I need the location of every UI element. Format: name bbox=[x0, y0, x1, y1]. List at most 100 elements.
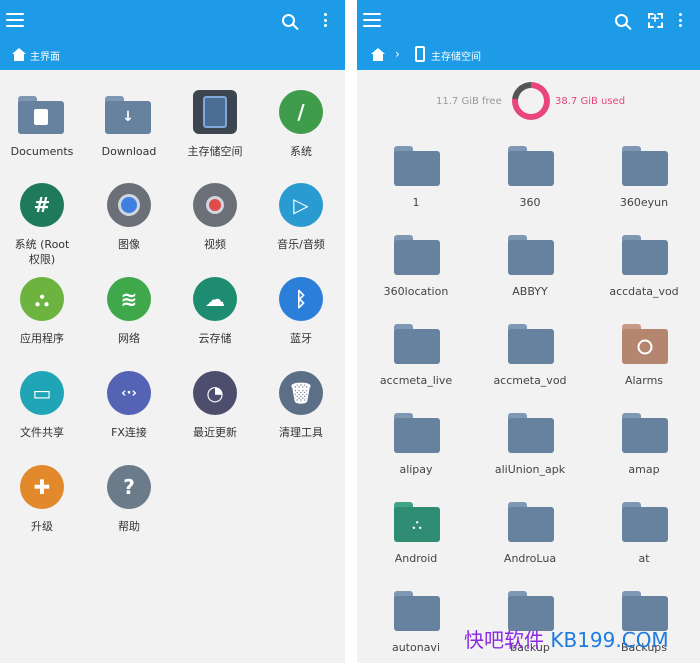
category-item[interactable]: ‹·› FX连接 bbox=[86, 371, 172, 461]
folder-icon bbox=[508, 502, 554, 542]
bluetooth-icon: ᛒ bbox=[279, 277, 323, 321]
category-item[interactable]: # 系统 (Root 权限) bbox=[0, 183, 85, 273]
app-toolbar bbox=[0, 0, 345, 40]
category-item[interactable]: ☁ 云存储 bbox=[172, 277, 258, 367]
folder-item[interactable]: at bbox=[587, 502, 700, 591]
folder-item[interactable]: AndroLua bbox=[473, 502, 587, 591]
folder-label: 1 bbox=[412, 196, 420, 209]
folder-label: at bbox=[638, 552, 650, 565]
breadcrumb: 主界面 bbox=[0, 40, 345, 70]
clock-icon: ◔ bbox=[193, 371, 237, 415]
folder-item[interactable]: ABBYY bbox=[473, 235, 587, 324]
phone-storage-icon bbox=[193, 90, 237, 134]
watermark-en: KB199.COM bbox=[544, 628, 669, 652]
category-label: FX连接 bbox=[111, 426, 147, 439]
folder-label: Alarms bbox=[624, 374, 664, 387]
watermark-cn: 快吧软件 bbox=[464, 628, 544, 652]
category-label: 系统 (Root 权限) bbox=[14, 238, 70, 266]
video-icon bbox=[193, 183, 237, 227]
folder-icon bbox=[394, 146, 440, 186]
folder-label: alipay bbox=[399, 463, 433, 476]
more-options-icon[interactable] bbox=[678, 13, 682, 27]
category-label: 最近更新 bbox=[193, 426, 237, 439]
category-label: 网络 bbox=[118, 332, 140, 345]
app-toolbar bbox=[357, 0, 700, 40]
phone-storage-icon bbox=[415, 46, 425, 62]
folder-label: accmeta_live bbox=[379, 374, 453, 387]
folder-item[interactable]: ⛬ Android bbox=[359, 502, 473, 591]
category-label: 系统 bbox=[290, 145, 312, 158]
storage-free-text: 11.7 GiB free bbox=[436, 96, 502, 107]
category-item[interactable]: ↓ Download bbox=[86, 90, 172, 180]
folder-icon bbox=[508, 146, 554, 186]
file-share-icon: ▭ bbox=[20, 371, 64, 415]
menu-icon[interactable] bbox=[6, 13, 24, 27]
breadcrumb-current[interactable]: 主界面 bbox=[30, 48, 60, 63]
folder-label: 360location bbox=[383, 285, 449, 298]
category-label: 清理工具 bbox=[279, 426, 323, 439]
category-item[interactable]: ? 帮助 bbox=[86, 465, 172, 555]
watermark: 快吧软件 KB199.COM bbox=[464, 624, 669, 653]
category-item[interactable]: ▭ 文件共享 bbox=[0, 371, 85, 461]
category-item[interactable]: ⛬ 应用程序 bbox=[0, 277, 85, 367]
category-item[interactable]: ᛒ 蓝牙 bbox=[258, 277, 344, 367]
folder-item[interactable]: alipay bbox=[359, 413, 473, 502]
play-icon: ▷ bbox=[279, 183, 323, 227]
folder-item[interactable]: 360 bbox=[473, 146, 587, 235]
category-item[interactable]: ✚ 升级 bbox=[0, 465, 85, 555]
search-icon[interactable] bbox=[277, 9, 299, 31]
category-label: Documents bbox=[10, 145, 74, 158]
category-item[interactable]: 视频 bbox=[172, 183, 258, 273]
folder-item[interactable]: 360eyun bbox=[587, 146, 700, 235]
folder-item[interactable]: accdata_vod bbox=[587, 235, 700, 324]
category-item[interactable]: / 系统 bbox=[258, 90, 344, 180]
folder-label: 360 bbox=[519, 196, 541, 209]
menu-icon[interactable] bbox=[363, 13, 381, 27]
folder-item[interactable]: accmeta_vod bbox=[473, 324, 587, 413]
category-label: 音乐/音频 bbox=[277, 238, 325, 251]
folder-item[interactable]: accmeta_live bbox=[359, 324, 473, 413]
folder-icon bbox=[508, 413, 554, 453]
folder-icon bbox=[622, 502, 668, 542]
category-label: 主存储空间 bbox=[187, 145, 243, 158]
category-item[interactable]: 图像 bbox=[86, 183, 172, 273]
help-icon: ? bbox=[107, 465, 151, 509]
category-item[interactable]: ◔ 最近更新 bbox=[172, 371, 258, 461]
search-icon[interactable] bbox=[610, 9, 632, 31]
breadcrumb: › 主存储空间 bbox=[357, 40, 700, 70]
more-options-icon[interactable] bbox=[323, 13, 327, 27]
image-icon bbox=[107, 183, 151, 227]
breadcrumb-current[interactable]: 主存储空间 bbox=[431, 48, 481, 63]
category-item[interactable]: 主存储空间 bbox=[172, 90, 258, 180]
folder-item[interactable]: autonavi bbox=[359, 591, 473, 663]
category-label: 蓝牙 bbox=[290, 332, 312, 345]
folder-icon bbox=[622, 146, 668, 186]
category-item[interactable]: ▷ 音乐/音频 bbox=[258, 183, 344, 273]
category-label: 云存储 bbox=[198, 332, 232, 345]
folder-label: aliUnion_apk bbox=[494, 463, 566, 476]
folder-label: Android bbox=[394, 552, 438, 565]
download-folder-icon: ↓ bbox=[105, 96, 151, 134]
home-icon[interactable] bbox=[12, 48, 26, 62]
android-folder-icon: ⛬ bbox=[394, 502, 440, 542]
category-label: 应用程序 bbox=[20, 332, 64, 345]
folder-icon bbox=[394, 413, 440, 453]
home-icon[interactable] bbox=[371, 48, 385, 62]
folder-item[interactable]: aliUnion_apk bbox=[473, 413, 587, 502]
select-mode-icon[interactable] bbox=[644, 9, 666, 31]
chevron-right-icon: › bbox=[395, 47, 400, 61]
folder-item[interactable]: 1 bbox=[359, 146, 473, 235]
category-item[interactable]: Documents bbox=[0, 90, 85, 180]
documents-folder-icon bbox=[18, 96, 64, 134]
root-hash-icon: # bbox=[20, 183, 64, 227]
folder-label: AndroLua bbox=[503, 552, 557, 565]
folder-item[interactable]: 360location bbox=[359, 235, 473, 324]
category-item[interactable]: ≋ 网络 bbox=[86, 277, 172, 367]
folder-label: ABBYY bbox=[512, 285, 548, 298]
folder-item[interactable]: amap bbox=[587, 413, 700, 502]
category-item[interactable]: 🗑 清理工具 bbox=[258, 371, 344, 461]
folder-label: amap bbox=[628, 463, 660, 476]
system-slash-icon: / bbox=[279, 90, 323, 134]
folder-icon bbox=[622, 413, 668, 453]
folder-item[interactable]: Alarms bbox=[587, 324, 700, 413]
